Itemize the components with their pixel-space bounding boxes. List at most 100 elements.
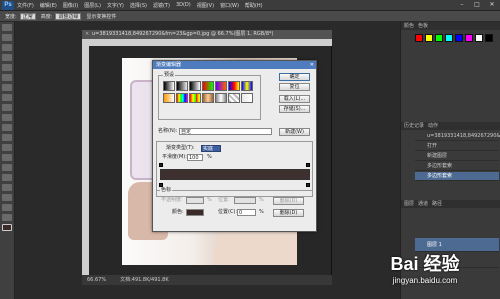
load-button[interactable]: 载入(L)... xyxy=(279,95,310,103)
menu-window[interactable]: 窗口(W) xyxy=(220,2,239,9)
brush-tool-icon[interactable] xyxy=(2,94,12,101)
menu-bar: Ps 文件(F) 编辑(E) 图像(I) 图层(L) 文字(Y) 选择(S) 滤… xyxy=(0,0,500,11)
menu-layer[interactable]: 图层(L) xyxy=(84,2,101,9)
zoom-tool-icon[interactable] xyxy=(2,214,12,221)
new-button[interactable]: 新建(W) xyxy=(279,128,310,136)
color-delete-button[interactable]: 删除(D) xyxy=(273,209,304,217)
stamp-tool-icon[interactable] xyxy=(2,104,12,111)
preset-blue-red-yellow[interactable] xyxy=(228,81,240,91)
tab-actions[interactable]: 动作 xyxy=(428,122,438,130)
preset-spectrum[interactable] xyxy=(176,93,188,103)
minimize-button[interactable]: – xyxy=(455,1,469,9)
menu-edit[interactable]: 编辑(E) xyxy=(40,2,57,9)
blur-tool-icon[interactable] xyxy=(2,144,12,151)
swatch-black[interactable] xyxy=(485,34,493,42)
swatch-cyan[interactable] xyxy=(445,34,453,42)
tab-swatches[interactable]: 色板 xyxy=(418,22,428,30)
tab-layers[interactable]: 图层 xyxy=(404,200,414,208)
swatch-white[interactable] xyxy=(475,34,483,42)
swatch-magenta[interactable] xyxy=(465,34,473,42)
menu-3d[interactable]: 3D(D) xyxy=(176,2,191,8)
hand-tool-icon[interactable] xyxy=(2,204,12,211)
pen-tool-icon[interactable] xyxy=(2,164,12,171)
gradient-type-select[interactable]: 实底 xyxy=(201,145,221,152)
opacity-label: 不透明度: xyxy=(161,197,183,203)
preset-light[interactable] xyxy=(241,93,253,103)
menu-filter[interactable]: 滤镜(T) xyxy=(153,2,170,9)
preset-blue-yellow-blue[interactable] xyxy=(241,81,253,91)
preset-red-green[interactable] xyxy=(202,81,214,91)
save-button[interactable]: 存储(S)... xyxy=(279,105,310,113)
color-stop-right[interactable] xyxy=(306,183,310,187)
opacity-stop-right[interactable] xyxy=(306,163,310,167)
history-brush-tool-icon[interactable] xyxy=(2,114,12,121)
preset-black-white[interactable] xyxy=(189,81,201,91)
crop-tool-icon[interactable] xyxy=(2,64,12,71)
gradient-preview-bar[interactable] xyxy=(160,169,310,180)
history-item-selected[interactable]: 多边形套索 xyxy=(415,172,499,181)
dodge-tool-icon[interactable] xyxy=(2,154,12,161)
marquee-tool-icon[interactable] xyxy=(2,34,12,41)
menu-file[interactable]: 文件(F) xyxy=(17,2,34,9)
quick-select-tool-icon[interactable] xyxy=(2,54,12,61)
healing-tool-icon[interactable] xyxy=(2,84,12,91)
preset-fg-bg[interactable] xyxy=(163,81,175,91)
history-item[interactable]: 新建图层 xyxy=(415,152,499,161)
document-tab[interactable]: × u=3819331418,849267290&fm=23&gp=0.jpg … xyxy=(82,30,332,39)
width-select[interactable]: 正常 xyxy=(19,12,36,20)
ok-button[interactable]: 确定 xyxy=(279,73,310,81)
menu-type[interactable]: 文字(Y) xyxy=(107,2,124,9)
history-item[interactable]: 打开 xyxy=(415,142,499,151)
close-button[interactable]: ✕ xyxy=(485,1,499,9)
smoothness-input[interactable]: 100 xyxy=(187,154,203,161)
history-item[interactable]: 多边形套索 xyxy=(415,162,499,171)
name-input[interactable]: 自定 xyxy=(179,128,272,135)
presets-group: 预设 xyxy=(158,72,261,120)
opacity-unit: % xyxy=(207,197,212,203)
history-item[interactable]: u=3819331418,849267290&f... xyxy=(415,132,500,141)
menu-help[interactable]: 帮助(H) xyxy=(245,2,263,9)
dialog-close-icon[interactable]: ✕ xyxy=(310,61,314,69)
stops-label: 色标 xyxy=(160,187,173,194)
opacity-stop-left[interactable] xyxy=(159,163,163,167)
preset-chrome[interactable] xyxy=(215,93,227,103)
reset-button[interactable]: 复位 xyxy=(279,83,310,91)
lasso-tool-icon[interactable] xyxy=(2,44,12,51)
preset-copper[interactable] xyxy=(202,93,214,103)
foreground-color-swatch[interactable] xyxy=(2,224,12,231)
preset-stripes[interactable] xyxy=(228,93,240,103)
menu-image[interactable]: 图像(I) xyxy=(63,2,78,9)
move-tool-icon[interactable] xyxy=(2,24,12,31)
opacity-input xyxy=(186,197,204,204)
color-location-unit: % xyxy=(259,209,264,215)
menu-view[interactable]: 视图(V) xyxy=(197,2,214,9)
preset-fg-transparent[interactable] xyxy=(176,81,188,91)
maximize-button[interactable]: □ xyxy=(470,1,484,9)
type-tool-icon[interactable] xyxy=(2,174,12,181)
eyedropper-tool-icon[interactable] xyxy=(2,74,12,81)
close-doc-icon[interactable]: × xyxy=(85,30,89,39)
tab-color[interactable]: 颜色 xyxy=(404,22,414,30)
preset-transparent-rainbow[interactable] xyxy=(189,93,201,103)
preset-violet-orange[interactable] xyxy=(215,81,227,91)
swatch-red[interactable] xyxy=(415,34,423,42)
options-bar: 宽度: 正常 高度: 调整边缘 显示变换控件 xyxy=(0,11,500,22)
transform-checkbox-label[interactable]: 显示变换控件 xyxy=(86,13,116,20)
tab-history[interactable]: 历史记录 xyxy=(404,122,424,130)
preset-orange-yellow[interactable] xyxy=(163,93,175,103)
shape-tool-icon[interactable] xyxy=(2,194,12,201)
tab-channels[interactable]: 通道 xyxy=(418,200,428,208)
color-swatch-input[interactable] xyxy=(186,209,204,216)
tab-paths[interactable]: 路径 xyxy=(432,200,442,208)
zoom-readout[interactable]: 66.67% xyxy=(87,275,106,285)
color-location-input[interactable]: 0 xyxy=(237,209,256,216)
swatch-yellow[interactable] xyxy=(425,34,433,42)
swatch-green[interactable] xyxy=(435,34,443,42)
gradient-tool-icon[interactable] xyxy=(2,134,12,141)
menu-select[interactable]: 选择(S) xyxy=(130,2,147,9)
style-select[interactable]: 调整边缘 xyxy=(55,12,82,20)
path-select-tool-icon[interactable] xyxy=(2,184,12,191)
swatch-blue[interactable] xyxy=(455,34,463,42)
opacity-delete-button[interactable]: 删除(D) xyxy=(273,197,304,205)
eraser-tool-icon[interactable] xyxy=(2,124,12,131)
